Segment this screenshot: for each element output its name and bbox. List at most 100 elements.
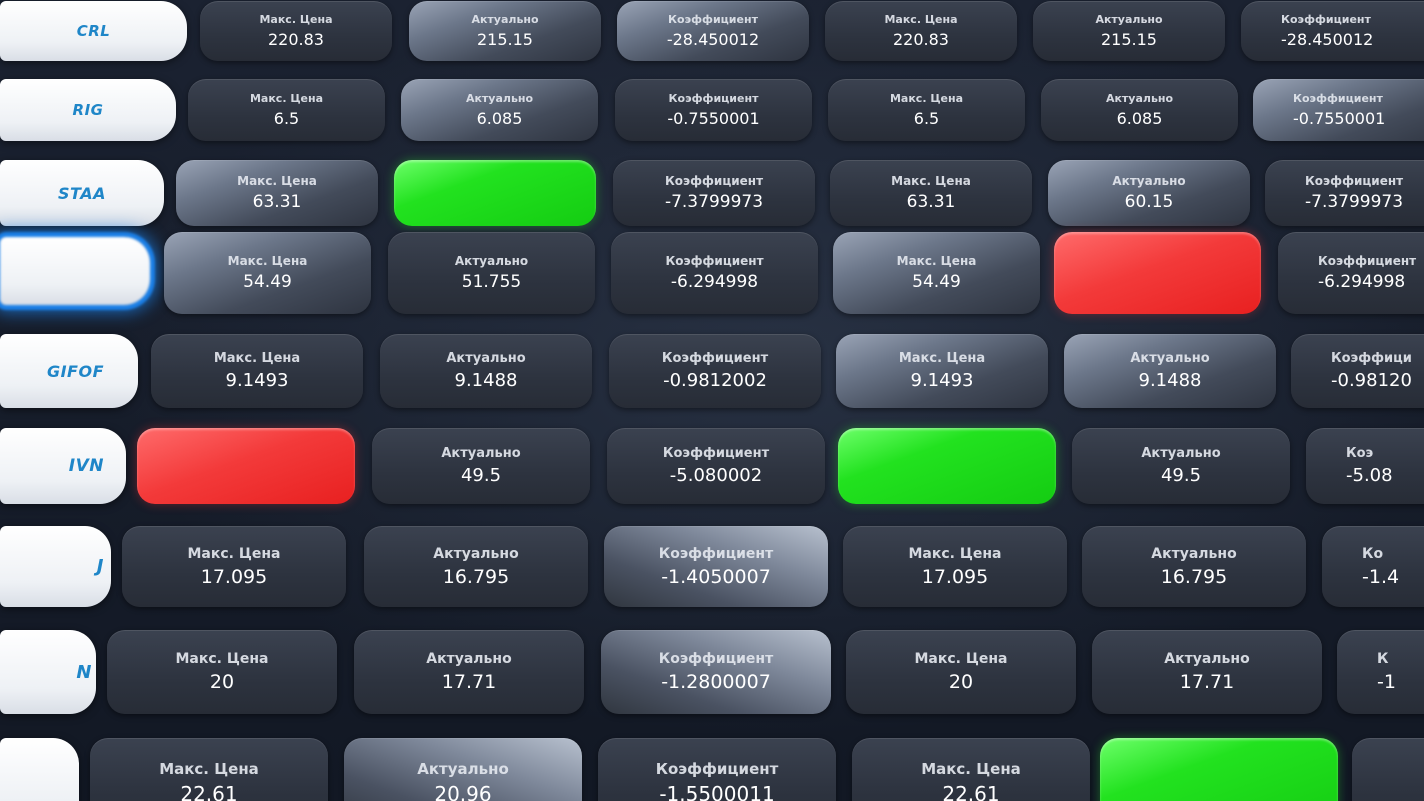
ticker-tile[interactable]: CRL xyxy=(0,1,187,61)
cell-label: Актуально xyxy=(1130,351,1210,366)
cell-value: -5.080002 xyxy=(669,465,763,486)
current-price-cell[interactable]: Актуально 9.1488 xyxy=(1064,334,1276,408)
cell-value: 60.15 xyxy=(1124,192,1174,212)
status-up-cell[interactable] xyxy=(838,428,1056,504)
current-price-cell[interactable]: Актуально 215.15 xyxy=(409,1,601,61)
coefficient-cell[interactable]: Коэффициент -1.5500011 xyxy=(598,738,836,801)
cell-value: 54.49 xyxy=(243,272,292,292)
current-price-cell[interactable]: Актуально 17.71 xyxy=(354,630,584,714)
price-cell[interactable] xyxy=(1352,738,1424,801)
max-price-cell[interactable]: Макс. Цена 6.5 xyxy=(828,79,1025,141)
cell-label: Макс. Цена xyxy=(237,174,317,188)
max-price-cell[interactable]: Макс. Цена 20 xyxy=(846,630,1076,714)
coefficient-cell[interactable]: Коэффици -0.98120 xyxy=(1291,334,1424,408)
cell-value: 6.5 xyxy=(273,109,300,128)
cell-label: Актуально xyxy=(1141,446,1221,461)
current-price-cell[interactable]: Актуально 60.15 xyxy=(1048,160,1250,226)
cell-label: Коэффициент xyxy=(655,760,779,778)
max-price-cell[interactable]: Макс. Цена 9.1493 xyxy=(151,334,363,408)
coefficient-cell[interactable]: Коэффициент -6.294998 xyxy=(1278,232,1424,314)
ticker-tile[interactable]: STAA xyxy=(0,160,164,226)
current-price-cell[interactable]: Актуально 49.5 xyxy=(372,428,590,504)
coefficient-cell[interactable]: Ко -1.4 xyxy=(1322,526,1424,607)
current-price-cell[interactable]: Актуально 9.1488 xyxy=(380,334,592,408)
cell-label: Коэ xyxy=(1346,446,1374,461)
coefficient-cell[interactable]: Коэффициент -1.2800007 xyxy=(601,630,831,714)
status-down-cell[interactable] xyxy=(1054,232,1261,314)
cell-value: -1.5500011 xyxy=(659,782,775,801)
cell-value: 17.71 xyxy=(1179,671,1235,693)
coefficient-cell[interactable]: Коэффициент -5.080002 xyxy=(607,428,825,504)
max-price-cell[interactable]: Макс. Цена 9.1493 xyxy=(836,334,1048,408)
cell-value: 9.1493 xyxy=(225,370,289,391)
cell-value: 17.095 xyxy=(200,565,268,588)
coefficient-cell[interactable]: Коэффициент -0.9812002 xyxy=(609,334,821,408)
current-price-cell[interactable]: Актуально 51.755 xyxy=(388,232,595,314)
ticker-tile[interactable]: RIG xyxy=(0,79,176,141)
cell-label: Коэффициент xyxy=(658,545,774,562)
max-price-cell[interactable]: Макс. Цена 22.61 xyxy=(90,738,328,801)
coefficient-cell[interactable]: Коэффициент -1.4050007 xyxy=(604,526,828,607)
current-price-cell[interactable]: Актуально 215.15 xyxy=(1033,1,1225,61)
cell-value: 220.83 xyxy=(268,30,324,49)
cell-value: 220.83 xyxy=(893,30,949,49)
max-price-cell[interactable]: Макс. Цена 54.49 xyxy=(164,232,371,314)
max-price-cell[interactable]: Макс. Цена 22.61 xyxy=(852,738,1090,801)
coefficient-cell[interactable]: Коэффициент -6.294998 xyxy=(611,232,818,314)
current-price-cell[interactable]: Актуально 20.96 xyxy=(344,738,582,801)
ticker-symbol: RIG xyxy=(72,101,104,119)
cell-value: 17.71 xyxy=(441,671,497,693)
cell-value: -0.7550001 xyxy=(1293,109,1386,128)
cell-value: 6.085 xyxy=(476,109,523,128)
cell-label: Коэффициент xyxy=(1305,174,1404,188)
cell-value: -7.3799973 xyxy=(1305,192,1404,212)
cell-label: К xyxy=(1377,651,1389,667)
coefficient-cell[interactable]: Коэ -5.08 xyxy=(1306,428,1424,504)
ticker-tile[interactable]: N xyxy=(0,630,96,714)
cell-label: Актуально xyxy=(1095,13,1163,26)
coefficient-cell[interactable]: Коэффициент -7.3799973 xyxy=(613,160,815,226)
coefficient-cell[interactable]: Коэффициент -28.450012 xyxy=(1241,1,1424,61)
current-price-cell[interactable]: Актуально 49.5 xyxy=(1072,428,1290,504)
board-row: CRL Макс. Цена 220.83 Актуально 215.15 Коэффи… xyxy=(0,1,1424,61)
ticker-tile[interactable]: IVN xyxy=(0,428,126,504)
current-price-cell[interactable]: Актуально 6.085 xyxy=(1041,79,1238,141)
max-price-cell[interactable]: Макс. Цена 220.83 xyxy=(200,1,392,61)
status-up-cell[interactable] xyxy=(394,160,596,226)
max-price-cell[interactable]: Макс. Цена 17.095 xyxy=(843,526,1067,607)
max-price-cell[interactable]: Макс. Цена 54.49 xyxy=(833,232,1040,314)
coefficient-cell[interactable]: Коэффициент -28.450012 xyxy=(617,1,809,61)
max-price-cell[interactable]: Макс. Цена 63.31 xyxy=(176,160,378,226)
cell-label: Макс. Цена xyxy=(908,545,1002,562)
cell-label: Ко xyxy=(1362,545,1384,562)
cell-value: 9.1493 xyxy=(910,370,974,391)
max-price-cell[interactable]: Макс. Цена 17.095 xyxy=(122,526,346,607)
ticker-tile[interactable] xyxy=(0,237,150,305)
ticker-symbol: IVN xyxy=(68,456,104,476)
current-price-cell[interactable]: Актуально 16.795 xyxy=(1082,526,1306,607)
cell-value: -1.2800007 xyxy=(661,671,771,693)
board-row: N Макс. Цена 20 Актуально 17.71 Коэффициент -1… xyxy=(0,630,1424,714)
max-price-cell[interactable]: Макс. Цена 63.31 xyxy=(830,160,1032,226)
ticker-tile[interactable]: J xyxy=(0,526,111,607)
ticker-tile[interactable] xyxy=(0,738,79,801)
max-price-cell[interactable]: Макс. Цена 20 xyxy=(107,630,337,714)
coefficient-cell[interactable]: К -1 xyxy=(1337,630,1424,714)
cell-value: 63.31 xyxy=(252,192,302,212)
coefficient-cell[interactable]: Коэффициент -0.7550001 xyxy=(615,79,812,141)
max-price-cell[interactable]: Макс. Цена 220.83 xyxy=(825,1,1017,61)
cell-value: -5.08 xyxy=(1346,465,1393,486)
board-row: IVN Актуально 49.5 Коэффициент -5.080002 Акту… xyxy=(0,428,1424,504)
cell-value: -0.9812002 xyxy=(663,370,767,391)
current-price-cell[interactable]: Актуально 16.795 xyxy=(364,526,588,607)
cell-label: Коэффициент xyxy=(661,351,769,366)
status-up-cell[interactable] xyxy=(1100,738,1338,801)
current-price-cell[interactable]: Актуально 17.71 xyxy=(1092,630,1322,714)
coefficient-cell[interactable]: Коэффициент -7.3799973 xyxy=(1265,160,1424,226)
current-price-cell[interactable]: Актуально 6.085 xyxy=(401,79,598,141)
max-price-cell[interactable]: Макс. Цена 6.5 xyxy=(188,79,385,141)
cell-label: Актуально xyxy=(471,13,539,26)
status-down-cell[interactable] xyxy=(137,428,355,504)
coefficient-cell[interactable]: Коэффициент -0.7550001 xyxy=(1253,79,1424,141)
ticker-tile[interactable]: GIFOF xyxy=(0,334,138,408)
